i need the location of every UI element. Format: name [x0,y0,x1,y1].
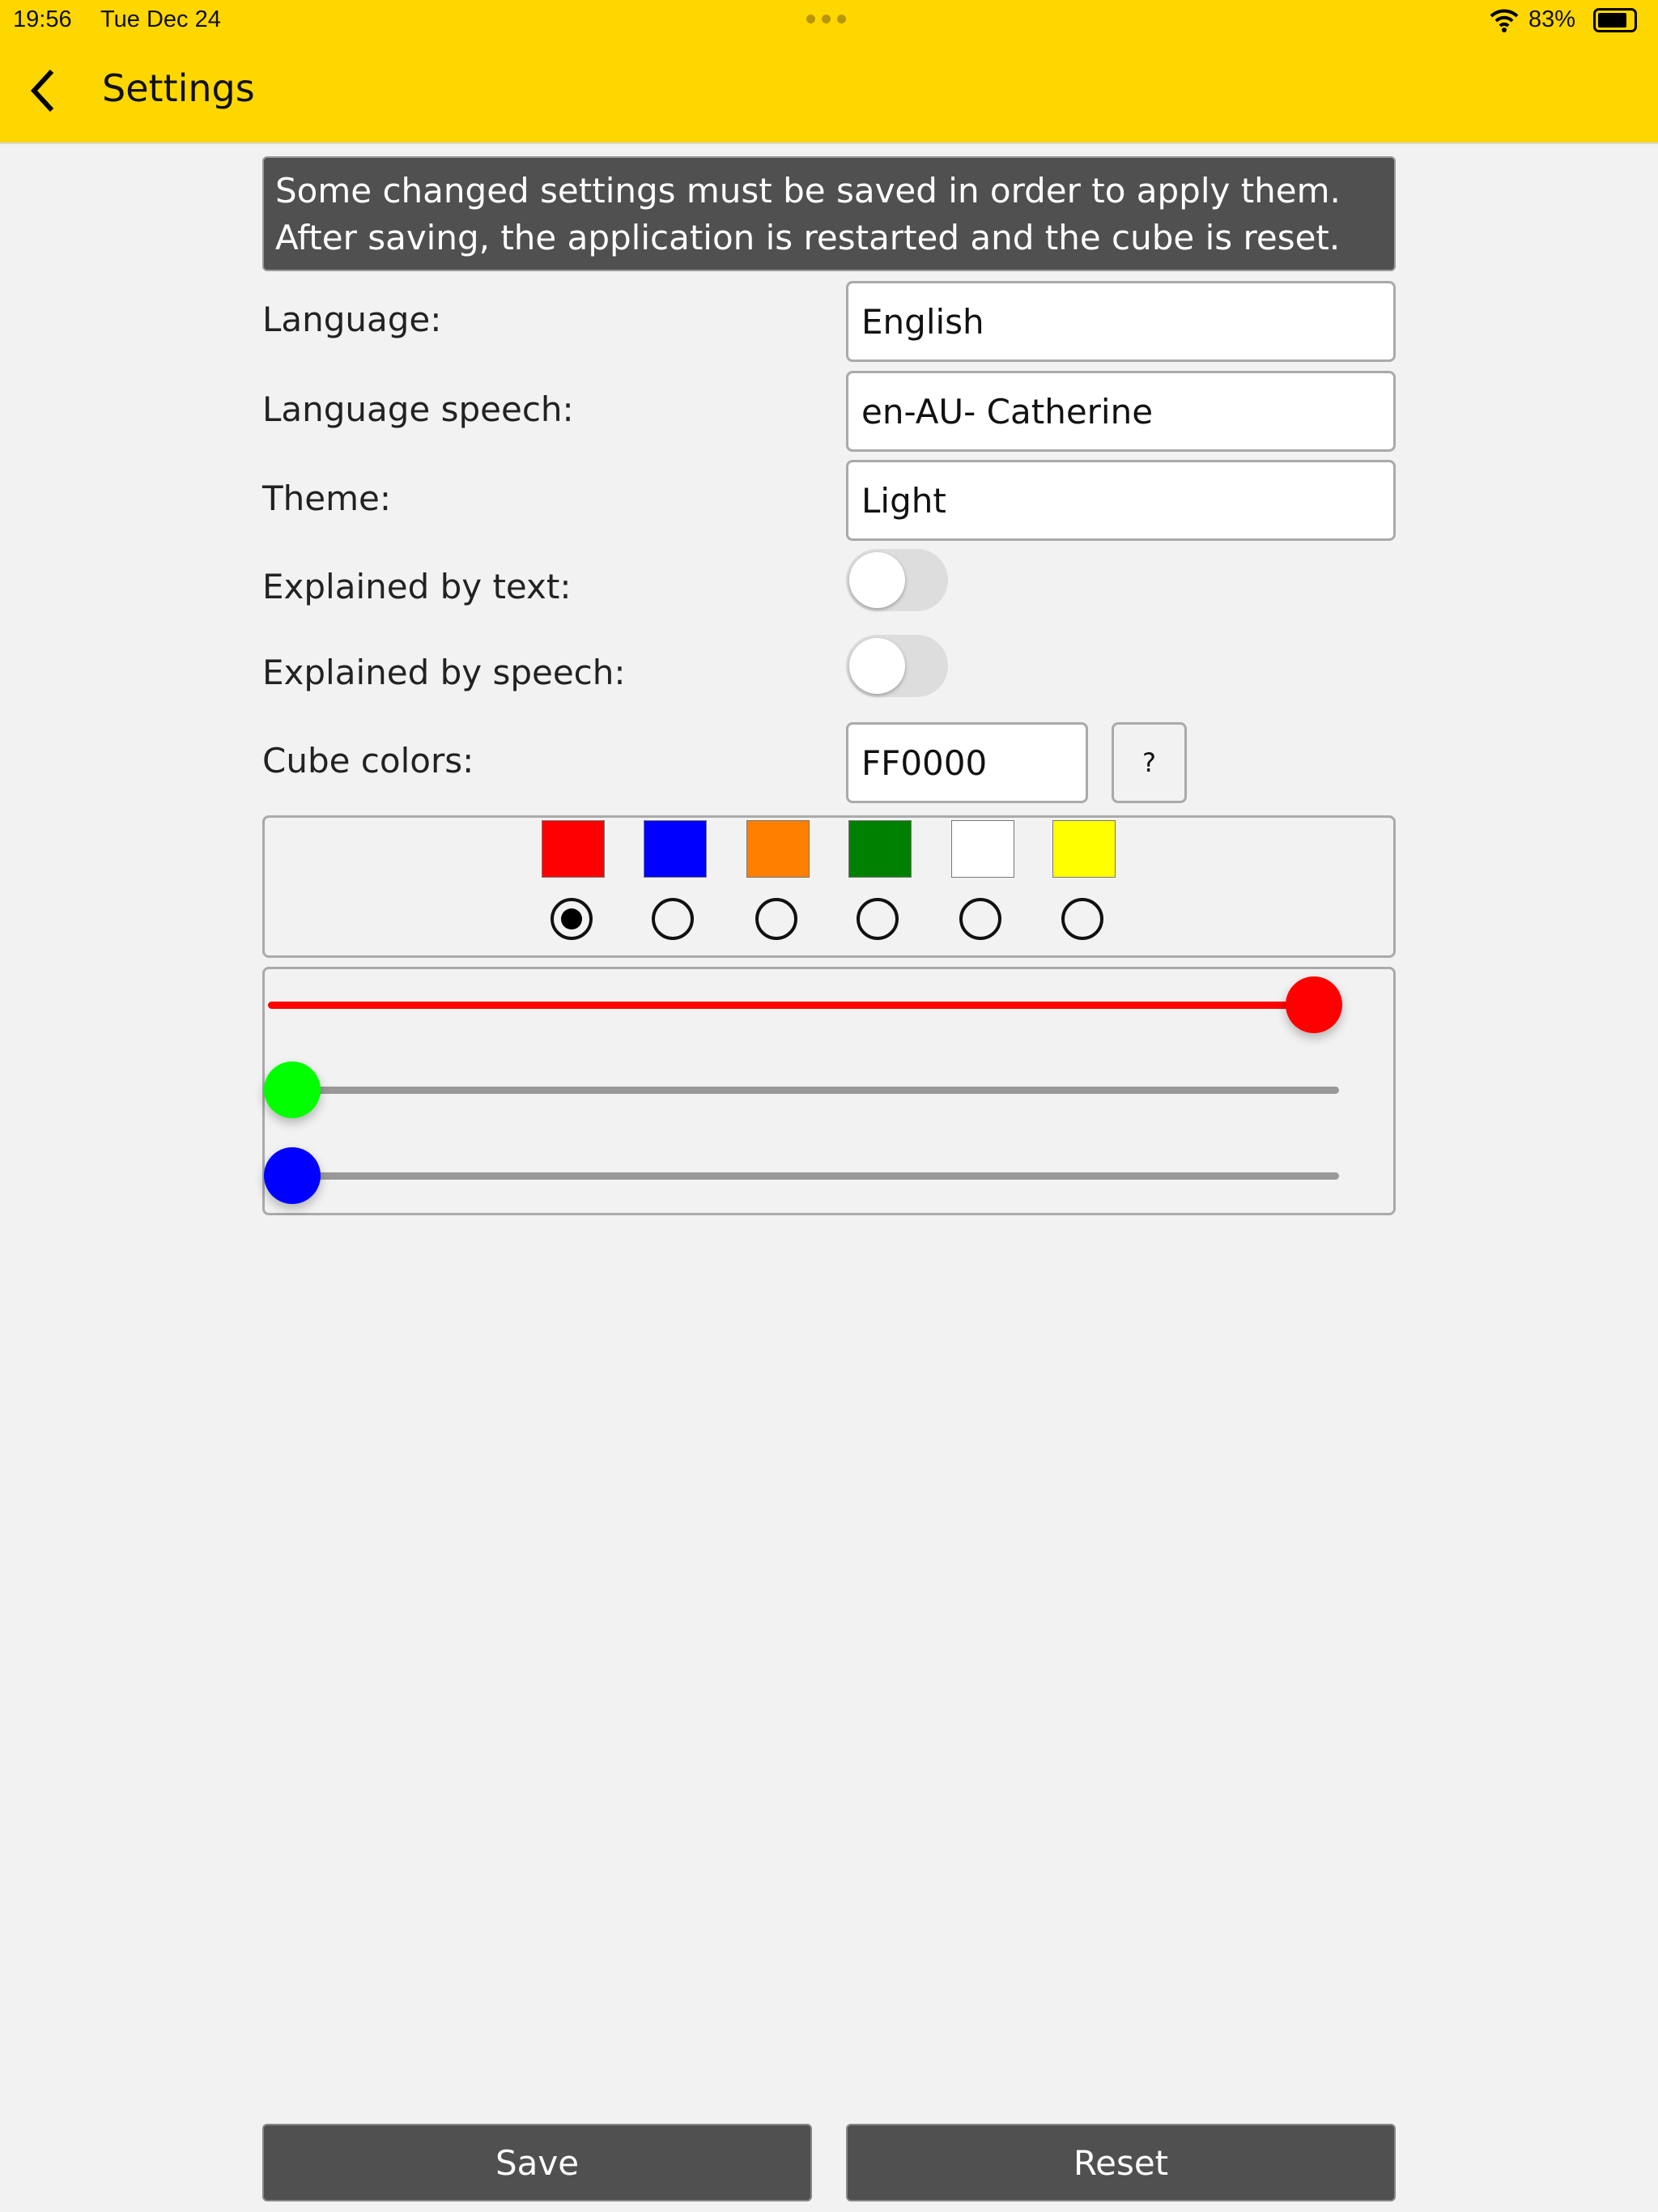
language-speech-label: Language speech: [262,389,574,429]
theme-label: Theme: [262,479,392,518]
radio-orange[interactable] [755,898,797,940]
save-button[interactable]: Save [262,2124,812,2201]
explained-text-toggle[interactable] [846,549,948,611]
notice-line-1: Some changed settings must be saved in o… [275,171,1341,211]
radio-red[interactable] [551,898,593,940]
status-date: Tue Dec 24 [100,6,221,32]
cube-color-hex-input[interactable]: FF0000 [846,722,1088,803]
color-palette [262,815,1396,958]
status-time: 19:56 [13,6,72,32]
back-chevron-icon[interactable] [23,66,63,115]
battery-percent: 83% [1528,6,1576,32]
radio-green[interactable] [857,898,899,940]
theme-picker[interactable]: Light [846,460,1396,541]
swatch-orange[interactable] [746,820,810,878]
language-speech-picker[interactable]: en-AU- Catherine [846,371,1396,452]
battery-icon [1593,8,1637,32]
swatch-yellow[interactable] [1052,820,1116,878]
radio-yellow[interactable] [1061,898,1103,940]
green-slider-thumb[interactable] [264,1061,321,1118]
notice-line-2: After saving, the application is restart… [275,218,1341,257]
explained-speech-toggle[interactable] [846,635,948,697]
swatch-blue[interactable] [644,820,707,878]
reset-button[interactable]: Reset [846,2124,1396,2201]
swatch-green[interactable] [848,820,912,878]
green-slider-track[interactable] [268,1087,1339,1094]
navigation-bar: 19:56 Tue Dec 24 83% Settings [0,0,1658,144]
wifi-icon [1490,9,1519,32]
explained-text-label: Explained by text: [262,567,572,606]
blue-slider-track[interactable] [268,1172,1339,1180]
page-title: Settings [102,66,255,110]
cube-colors-label: Cube colors: [262,741,474,781]
radio-white[interactable] [959,898,1001,940]
swatch-white[interactable] [951,820,1014,878]
red-slider-track[interactable] [268,1002,1339,1009]
language-picker[interactable]: English [846,281,1396,362]
language-label: Language: [262,300,442,339]
radio-blue[interactable] [652,898,694,940]
save-notice-banner: Some changed settings must be saved in o… [262,156,1396,271]
swatch-red[interactable] [542,820,605,878]
multitasking-dots-icon[interactable] [806,15,846,23]
help-button[interactable]: ? [1112,722,1187,803]
red-slider-thumb[interactable] [1286,976,1342,1033]
explained-speech-label: Explained by speech: [262,653,626,692]
blue-slider-thumb[interactable] [264,1147,321,1204]
